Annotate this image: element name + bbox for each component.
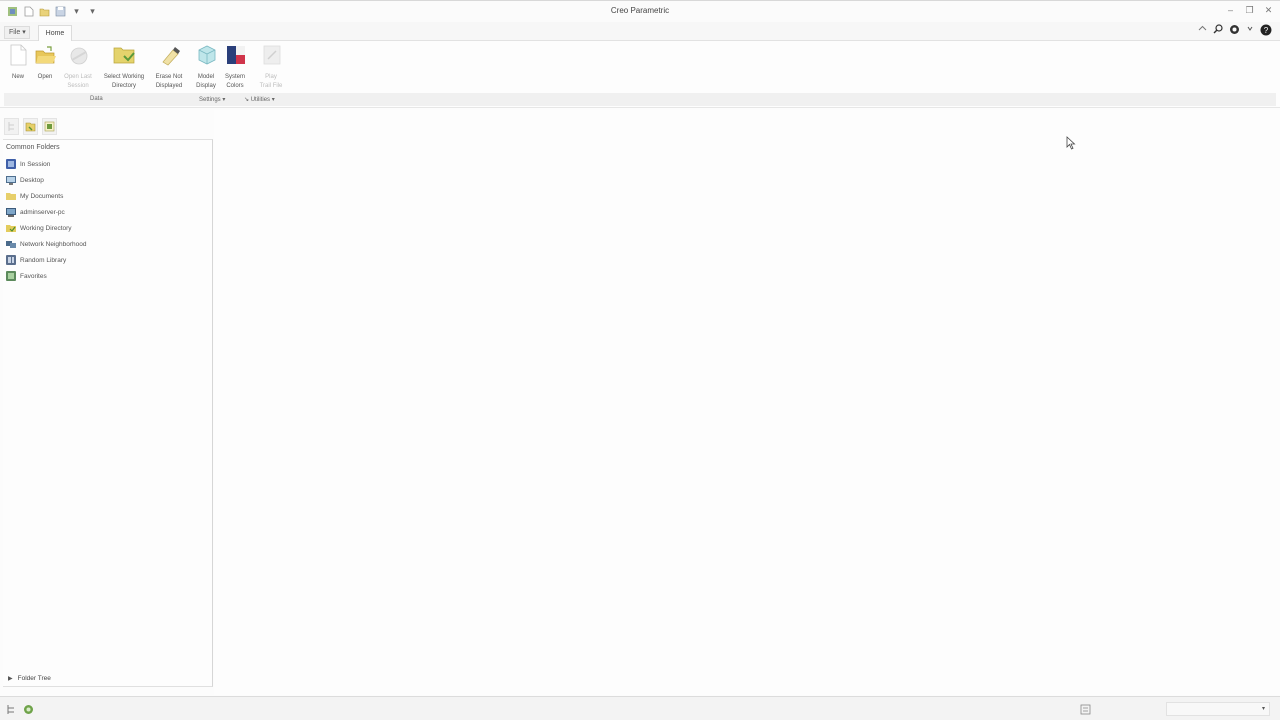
chevron-right-icon: ▶ xyxy=(8,676,13,682)
nav-item-in-session[interactable]: In Session xyxy=(6,156,86,172)
utilities-text: Utilities ▾ xyxy=(250,97,275,103)
nav-item-my-documents[interactable]: My Documents xyxy=(6,188,86,204)
open-last-session-label: Open Last Session xyxy=(64,74,92,89)
nav-item-label: My Documents xyxy=(20,192,64,200)
my-documents-icon xyxy=(6,193,16,200)
in-session-icon xyxy=(6,159,16,169)
message-log-icon[interactable] xyxy=(1080,704,1091,715)
status-bar: ▾ xyxy=(0,696,1280,720)
new-label: New xyxy=(11,74,24,80)
window-controls: – ❐ ✕ xyxy=(1225,4,1274,16)
window-title: Creo Parametric xyxy=(610,6,670,15)
nav-item-label: In Session xyxy=(20,160,51,168)
chevron-down-icon[interactable] xyxy=(1244,24,1256,38)
show-navigator-icon[interactable] xyxy=(6,704,17,715)
new-file-icon xyxy=(8,44,28,66)
nav-item-desktop[interactable]: Desktop xyxy=(6,172,86,188)
new-button[interactable]: New xyxy=(7,44,29,82)
desktop-icon xyxy=(6,176,16,185)
nav-item-label: adminserver-pc xyxy=(20,208,65,216)
search-icon[interactable] xyxy=(1212,24,1224,38)
ribbon-tab-row: File ▾ Home ? xyxy=(0,22,1280,42)
folder-navigator: Common Folders In Session Desktop My Doc… xyxy=(3,139,213,687)
group-settings-label[interactable]: Settings ▾ xyxy=(199,96,225,103)
play-trail-file-label: Play Trail File xyxy=(259,74,283,89)
open-last-session-button[interactable]: Open Last Session xyxy=(60,44,96,91)
top-right-toolbar: ? xyxy=(1196,24,1272,38)
nav-item-network-neighborhood[interactable]: Network Neighborhood xyxy=(6,236,86,252)
erase-not-displayed-label: Erase Not Displayed xyxy=(155,74,183,89)
close-button[interactable]: ✕ xyxy=(1263,4,1274,16)
nav-item-label: Desktop xyxy=(20,176,44,184)
common-folders-list: In Session Desktop My Documents adminser… xyxy=(6,156,86,284)
minimize-button[interactable]: – xyxy=(1225,4,1236,16)
select-working-directory-label: Select Working Directory xyxy=(103,74,145,89)
folder-tree-label: Folder Tree xyxy=(17,675,51,682)
help-icon[interactable]: ? xyxy=(1260,24,1272,38)
erase-not-displayed-button[interactable]: Erase Not Displayed xyxy=(151,44,187,91)
ribbon-group-bar: Data Settings ▾ ↘ Utilities ▾ xyxy=(4,93,1276,106)
collapse-ribbon-icon[interactable] xyxy=(1196,24,1208,38)
utilities-checkbox-icon: ↘ xyxy=(244,97,251,103)
graphics-area[interactable] xyxy=(214,110,1280,695)
network-icon xyxy=(6,241,16,248)
tab-home[interactable]: Home xyxy=(38,25,72,42)
library-icon xyxy=(6,255,16,265)
nav-item-label: Working Directory xyxy=(20,224,72,232)
navigator-toolbar xyxy=(4,118,57,138)
model-tree-tab-icon[interactable] xyxy=(4,118,19,135)
open-last-session-icon xyxy=(68,44,88,66)
folder-tree-toggle[interactable]: ▶ Folder Tree xyxy=(8,675,51,682)
group-utilities-label[interactable]: ↘ Utilities ▾ xyxy=(244,96,275,103)
open-button[interactable]: Open xyxy=(33,44,57,82)
system-colors-label: System Colors xyxy=(224,74,245,89)
tab-file[interactable]: File ▾ xyxy=(4,26,30,39)
nav-item-label: Random Library xyxy=(20,256,67,264)
system-colors-button[interactable]: System Colors xyxy=(222,44,248,91)
gear-icon[interactable] xyxy=(1228,24,1240,38)
status-left-icons xyxy=(6,704,34,715)
working-directory-icon xyxy=(112,44,136,66)
model-display-button[interactable]: Model Display xyxy=(193,44,219,91)
restore-button[interactable]: ❐ xyxy=(1244,4,1255,16)
eraser-icon xyxy=(159,44,180,66)
play-trail-file-icon xyxy=(261,44,281,66)
group-data-label: Data xyxy=(90,96,103,102)
favorites-tab-icon[interactable] xyxy=(42,118,57,135)
model-display-label: Model Display xyxy=(196,74,216,89)
app-window: ▾ ▾ Creo Parametric – ❐ ✕ File ▾ Home ? … xyxy=(0,0,1280,720)
working-directory-icon xyxy=(6,225,16,232)
selection-filter-dropdown[interactable]: ▾ xyxy=(1166,702,1270,716)
nav-item-label: Favorites xyxy=(20,272,47,280)
common-folders-header: Common Folders xyxy=(6,144,60,151)
favorites-icon xyxy=(6,271,16,281)
nav-item-adminserver-pc[interactable]: adminserver-pc xyxy=(6,204,86,220)
play-trail-file-button[interactable]: Play Trail File xyxy=(256,44,286,91)
ribbon: New Open Open Last Session Select Workin… xyxy=(0,41,1280,108)
computer-icon xyxy=(6,208,16,217)
mouse-cursor-icon xyxy=(1066,136,1076,150)
select-working-directory-button[interactable]: Select Working Directory xyxy=(99,44,149,91)
folder-browser-tab-icon[interactable] xyxy=(23,118,38,135)
model-display-icon xyxy=(196,44,216,66)
nav-item-favorites[interactable]: Favorites xyxy=(6,268,86,284)
nav-item-label: Network Neighborhood xyxy=(20,240,87,248)
nav-item-random-library[interactable]: Random Library xyxy=(6,252,86,268)
open-label: Open xyxy=(37,74,53,80)
help-glyph: ? xyxy=(1264,26,1269,35)
nav-item-working-directory[interactable]: Working Directory xyxy=(6,220,86,236)
show-browser-icon[interactable] xyxy=(23,704,34,715)
system-colors-icon xyxy=(225,44,245,66)
title-bar: ▾ ▾ Creo Parametric – ❐ ✕ xyxy=(0,0,1280,22)
open-folder-icon xyxy=(35,44,56,66)
